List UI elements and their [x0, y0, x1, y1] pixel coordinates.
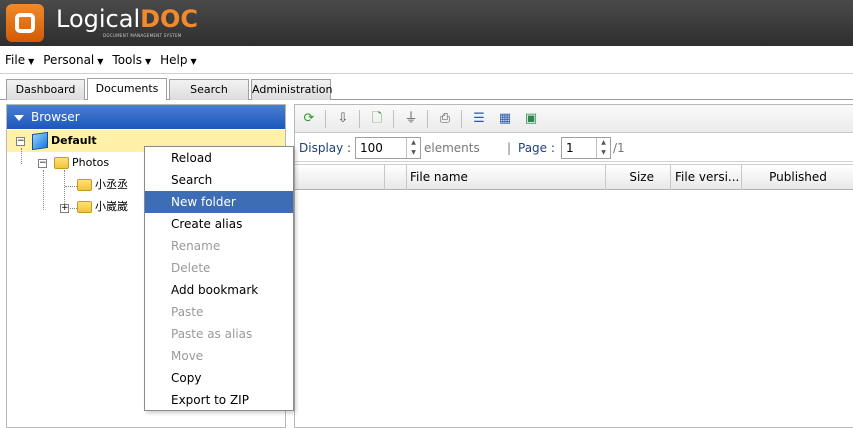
- menu-item-new-folder[interactable]: New folder: [145, 191, 293, 213]
- tab-dashboard[interactable]: Dashboard: [6, 79, 85, 100]
- column-header-status[interactable]: [385, 165, 407, 190]
- app-header: LogicalDOC DOCUMENT MANAGEMENT SYSTEM: [0, 0, 853, 46]
- documents-panel: ⟳ ⇩ 🗋 ⏚ ⎙ ☰ ▦ ▣ Display : 100 ▲ ▼ element…: [294, 104, 853, 428]
- documents-toolbar: ⟳ ⇩ 🗋 ⏚ ⎙ ☰ ▦ ▣: [295, 105, 853, 133]
- menu-item-add-bookmark[interactable]: Add bookmark: [145, 279, 293, 301]
- workspace-icon: [32, 131, 48, 151]
- spin-up-icon[interactable]: ▲: [407, 138, 420, 148]
- spin-down-icon[interactable]: ▼: [407, 148, 420, 158]
- menu-item-move[interactable]: Move: [145, 345, 293, 367]
- download-icon[interactable]: ⇩: [335, 111, 351, 127]
- print-icon[interactable]: ⎙: [437, 111, 453, 127]
- documents-grid-header: File name Size File versi... Published: [295, 164, 853, 190]
- column-header-file-version[interactable]: File versi...: [671, 165, 742, 190]
- menu-file[interactable]: File ▼: [5, 53, 34, 67]
- refresh-icon[interactable]: ⟳: [301, 111, 317, 127]
- collapse-toggle-icon[interactable]: −: [16, 137, 25, 146]
- menu-item-reload[interactable]: Reload: [145, 147, 293, 169]
- tree-item-default[interactable]: Default: [51, 131, 97, 151]
- tab-documents[interactable]: Documents: [87, 78, 167, 100]
- tree-item-photos[interactable]: Photos: [72, 153, 109, 173]
- menu-item-search[interactable]: Search: [145, 169, 293, 191]
- browser-title: Browser: [31, 110, 80, 124]
- menu-item-export-zip[interactable]: Export to ZIP: [145, 389, 293, 411]
- menu-help[interactable]: Help ▼: [160, 53, 197, 67]
- menu-bar: File ▼ Personal ▼ Tools ▼ Help ▼: [0, 46, 853, 74]
- menu-tools[interactable]: Tools ▼: [112, 53, 151, 67]
- collapse-icon[interactable]: [14, 115, 24, 121]
- preview-icon[interactable]: ▣: [523, 111, 539, 127]
- tree-item-folder-2[interactable]: 小崴崴: [95, 197, 128, 217]
- column-header-icons[interactable]: [295, 165, 385, 190]
- chevron-down-icon: ▼: [97, 56, 104, 66]
- collapse-toggle-icon[interactable]: −: [38, 159, 47, 168]
- add-document-icon[interactable]: 🗋: [369, 111, 385, 127]
- menu-personal[interactable]: Personal ▼: [43, 53, 103, 67]
- logo-text: LogicalDOC: [56, 5, 199, 33]
- page-stepper[interactable]: 1 ▲ ▼: [561, 137, 611, 159]
- display-label: Display :: [299, 141, 352, 155]
- browser-header[interactable]: Browser: [7, 105, 285, 129]
- column-header-published[interactable]: Published: [742, 165, 853, 190]
- spin-up-icon[interactable]: ▲: [597, 138, 610, 148]
- folder-icon: [77, 179, 92, 191]
- tab-bar: Dashboard Documents Search Administratio…: [0, 74, 853, 100]
- column-header-filename[interactable]: File name: [407, 165, 606, 190]
- folder-icon: [77, 201, 92, 213]
- tab-search[interactable]: Search: [169, 79, 249, 100]
- page-label: Page :: [518, 141, 555, 155]
- folder-open-icon: [54, 157, 69, 169]
- display-count-stepper[interactable]: 100 ▲ ▼: [355, 137, 421, 159]
- menu-item-paste-as-alias[interactable]: Paste as alias: [145, 323, 293, 345]
- column-header-size[interactable]: Size: [606, 165, 671, 190]
- grid-view-icon[interactable]: ▦: [497, 111, 513, 127]
- logo-tagline: DOCUMENT MANAGEMENT SYSTEM: [103, 33, 182, 38]
- chevron-down-icon: ▼: [190, 56, 197, 66]
- tab-administration[interactable]: Administration: [251, 79, 333, 100]
- pager-bar: Display : 100 ▲ ▼ elements | Page : 1 ▲ ▼ …: [295, 134, 853, 162]
- chevron-down-icon: ▼: [144, 56, 152, 66]
- tree-item-folder-1[interactable]: 小丞丞: [95, 175, 128, 195]
- page-total: /1: [613, 141, 625, 155]
- menu-item-create-alias[interactable]: Create alias: [145, 213, 293, 235]
- menu-item-paste[interactable]: Paste: [145, 301, 293, 323]
- elements-label: elements: [424, 141, 480, 155]
- menu-item-copy[interactable]: Copy: [145, 367, 293, 389]
- chevron-down-icon: ▼: [28, 56, 35, 66]
- expand-toggle-icon[interactable]: +: [60, 204, 69, 213]
- list-view-icon[interactable]: ☰: [471, 111, 487, 127]
- folder-context-menu: Reload Search New folder Create alias Re…: [144, 146, 294, 411]
- logo-icon: [6, 4, 44, 42]
- menu-item-delete[interactable]: Delete: [145, 257, 293, 279]
- menu-item-rename[interactable]: Rename: [145, 235, 293, 257]
- filter-icon[interactable]: ⏚: [403, 111, 419, 127]
- spin-down-icon[interactable]: ▼: [597, 148, 610, 158]
